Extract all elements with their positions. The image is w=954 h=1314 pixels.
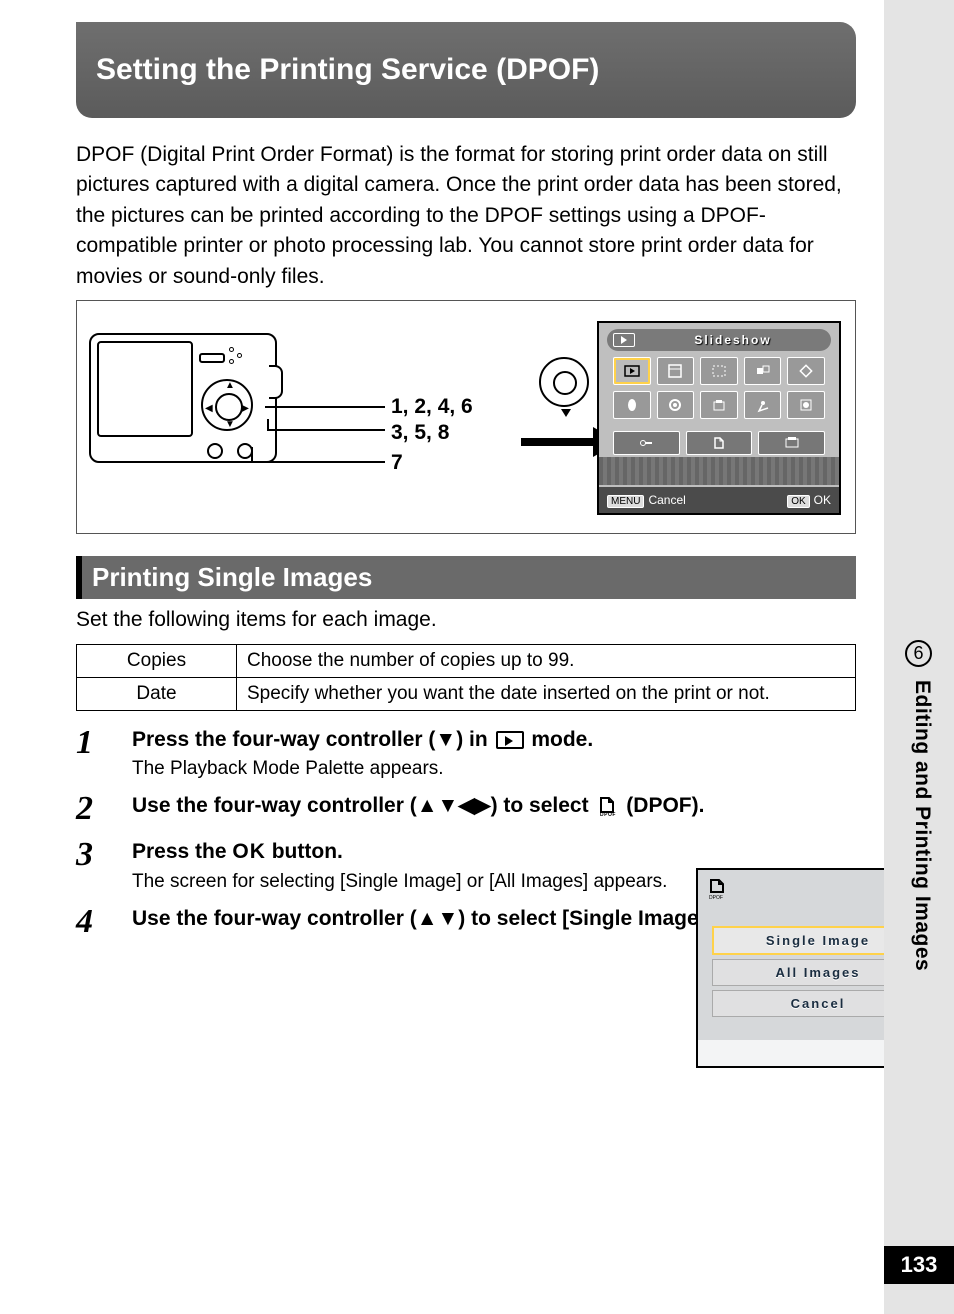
callout-line [265, 406, 385, 408]
palette-icon [787, 391, 825, 419]
callout-label-1: 1, 2, 4, 6 [391, 395, 473, 419]
palette-icon [744, 357, 782, 385]
table-row: Copies Choose the number of copies up to… [77, 645, 856, 678]
palette-icon [700, 357, 738, 385]
menu-badge: MENU [607, 495, 644, 508]
controller-down-icon [539, 357, 589, 407]
step-1: 1 Press the four-way controller (▼) in m… [76, 726, 856, 780]
callout-line [251, 461, 385, 463]
chapter-label: Editing and Printing Images [904, 680, 934, 971]
dpof-icon: DPOF [596, 796, 618, 816]
settings-table: Copies Choose the number of copies up to… [76, 644, 856, 711]
chapter-number-badge: 6 [905, 640, 932, 667]
palette-icon [758, 431, 825, 455]
lcd-ok-label: OK [814, 493, 831, 507]
lcd-title: Slideshow [635, 333, 831, 347]
palette-icon [613, 431, 680, 455]
callout-label-3: 7 [391, 451, 403, 475]
ok-badge: OK [787, 495, 809, 508]
step-number: 1 [76, 726, 132, 780]
section-heading: Printing Single Images [76, 556, 856, 599]
overview-diagram: ◀▶ ▲▼ 1, 2, 4, 6 3, 5, 8 7 Slideshow [76, 300, 856, 534]
table-row-desc: Specify whether you want the date insert… [237, 678, 856, 711]
palette-icon [700, 391, 738, 419]
step-number: 2 [76, 792, 132, 826]
page-heading: Setting the Printing Service (DPOF) [96, 53, 599, 87]
four-way-controller-icon: ◀▶ ▲▼ [201, 379, 253, 431]
lcd-cancel-label: Cancel [648, 493, 685, 507]
camera-back-illustration: ◀▶ ▲▼ [89, 323, 289, 483]
dpof-icon: DPOF [706, 878, 728, 905]
palette-icon [613, 391, 651, 419]
section-subtext: Set the following items for each image. [76, 608, 856, 632]
playback-mode-icon [496, 731, 524, 749]
callout-line [267, 429, 385, 431]
table-row-desc: Choose the number of copies up to 99. [237, 645, 856, 678]
svg-text:DPOF: DPOF [600, 812, 616, 816]
palette-icon [613, 357, 651, 385]
intro-paragraph: DPOF (Digital Print Order Format) is the… [76, 140, 856, 292]
ok-button-label: OK [232, 840, 266, 863]
step-note: The Playback Mode Palette appears. [132, 758, 856, 780]
page-heading-box: Setting the Printing Service (DPOF) [76, 22, 856, 118]
table-row-name: Copies [77, 645, 237, 678]
palette-icon [744, 391, 782, 419]
camera-button-left [207, 443, 223, 459]
step-number: 3 [76, 838, 132, 892]
palette-icon-dpof [686, 431, 753, 455]
svg-text:DPOF: DPOF [709, 895, 723, 900]
palette-icon [657, 391, 695, 419]
lcd-palette-screenshot: Slideshow MENU Cancel [597, 321, 841, 515]
table-row-name: Date [77, 678, 237, 711]
side-chapter-tab: 6 Editing and Printing Images 133 [884, 0, 954, 1314]
step-title: Press the four-way controller (▼) in mod… [132, 726, 856, 754]
table-row: Date Specify whether you want the date i… [77, 678, 856, 711]
step-2: 2 Use the four-way controller (▲▼◀▶) to … [76, 792, 856, 826]
palette-icon [787, 357, 825, 385]
step-title: Press the OK button. [132, 838, 856, 866]
palette-icon [657, 357, 695, 385]
callout-label-2: 3, 5, 8 [391, 421, 449, 445]
step-title: Use the four-way controller (▲▼◀▶) to se… [132, 792, 856, 820]
page-number: 133 [884, 1246, 954, 1284]
step-number: 4 [76, 905, 132, 939]
playback-icon [613, 333, 635, 347]
